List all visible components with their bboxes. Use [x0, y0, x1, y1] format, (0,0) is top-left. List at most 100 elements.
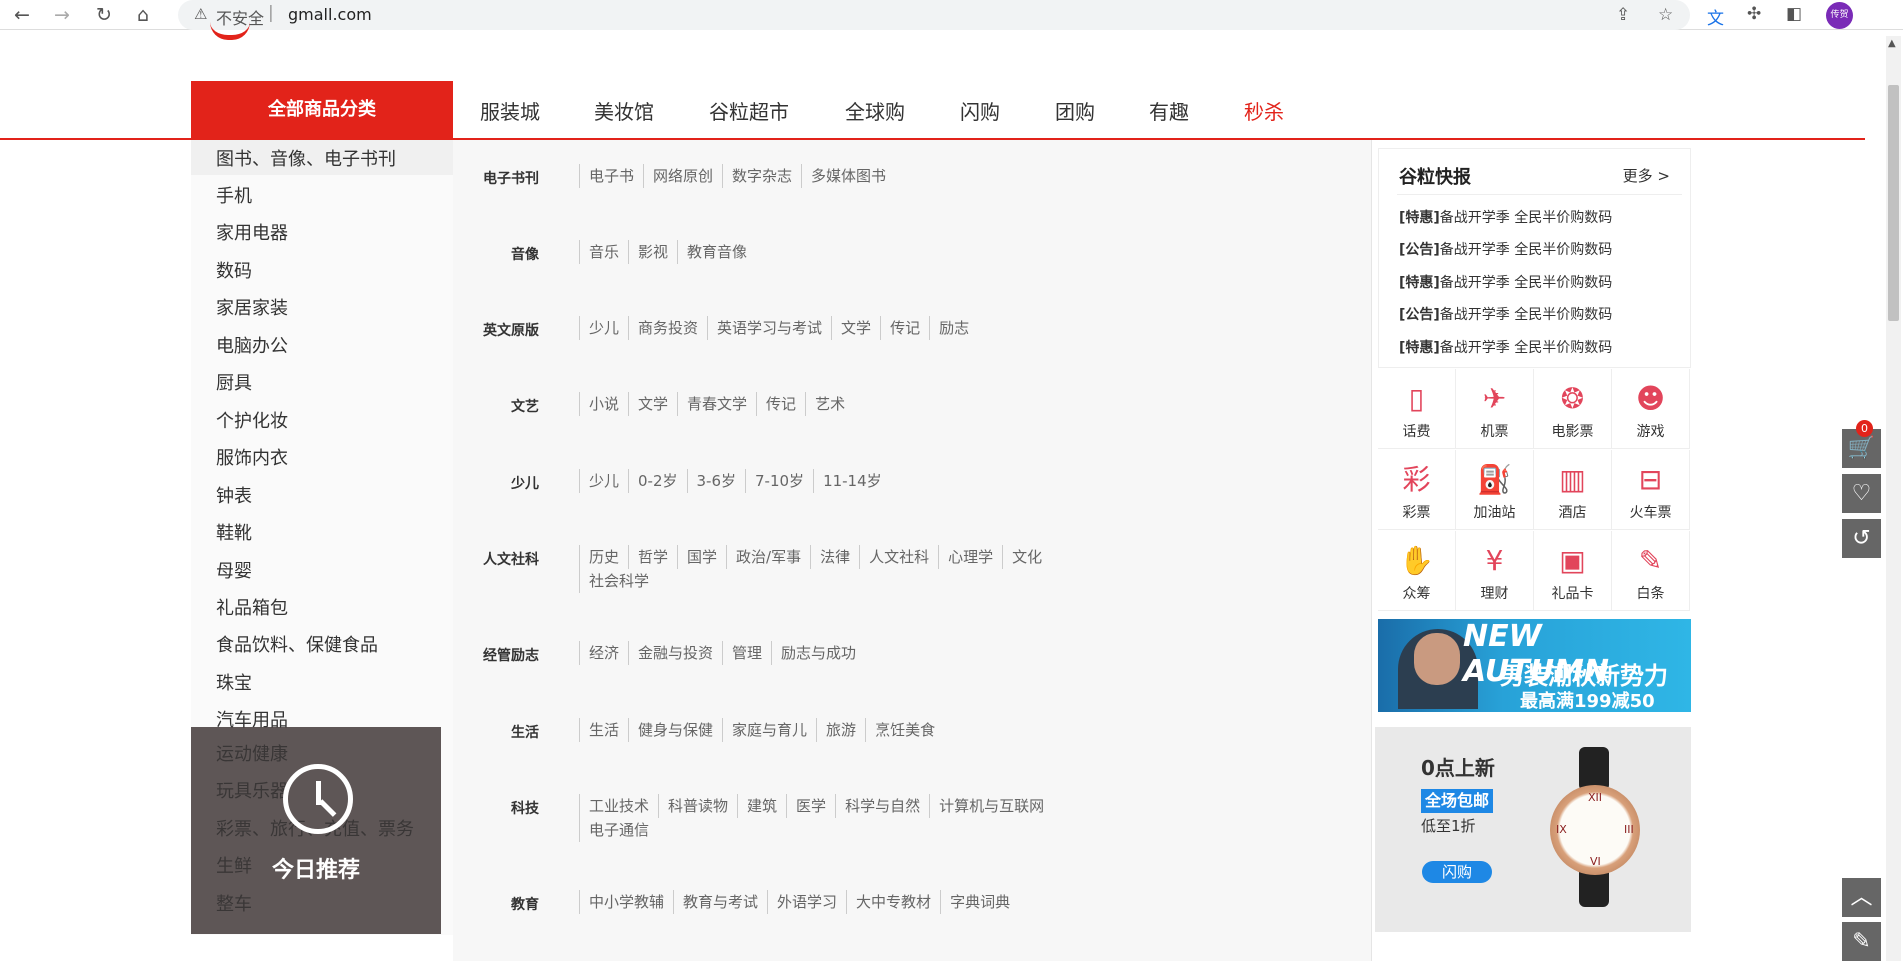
flash-sale-card[interactable]: 0点上新 全场包邮 低至1折 闪购 XII III VI IX	[1375, 727, 1691, 932]
news-item[interactable]: [特惠]备战开学季 全民半价购数码	[1399, 207, 1612, 227]
category-item[interactable]: 手机	[216, 182, 252, 208]
subcategory-link[interactable]: 文化	[1002, 545, 1051, 569]
subcategory-link[interactable]: 社会科学	[579, 569, 658, 593]
nav-item[interactable]: 谷粒超市	[709, 96, 789, 125]
news-more-link[interactable]: 更多 >	[1623, 165, 1670, 186]
subcategory-title[interactable]: 少儿	[453, 473, 539, 493]
category-item[interactable]: 整车	[216, 890, 252, 916]
nav-item-seckill[interactable]: 秒杀	[1244, 96, 1284, 125]
subcategory-title[interactable]: 文艺	[453, 396, 539, 416]
subcategory-link[interactable]: 人文社科	[859, 545, 938, 569]
autumn-banner[interactable]: NEW AUTUMN 男装潮秋新势力 最高满199减50	[1378, 619, 1691, 712]
subcategory-link[interactable]: 经济	[579, 641, 628, 665]
subcategory-link[interactable]: 文学	[831, 316, 880, 340]
subcategory-link[interactable]: 0-2岁	[628, 469, 687, 493]
category-item[interactable]: 母婴	[216, 557, 252, 583]
subcategory-link[interactable]: 计算机与互联网	[929, 794, 1053, 818]
warning-icon[interactable]: ⚠	[194, 5, 207, 23]
share-icon[interactable]: ⇪	[1616, 5, 1630, 25]
category-item[interactable]: 电脑办公	[216, 332, 288, 358]
subcategory-link[interactable]: 家庭与育儿	[722, 718, 816, 742]
service-item[interactable]: ✈ 机票	[1456, 369, 1534, 449]
service-item[interactable]: ▯ 话费	[1378, 369, 1456, 449]
scrollbar-thumb[interactable]	[1888, 85, 1899, 321]
service-item[interactable]: ☻ 游戏	[1612, 369, 1690, 449]
subcategory-link[interactable]: 科学与自然	[835, 794, 929, 818]
subcategory-link[interactable]: 数字杂志	[722, 164, 801, 188]
nav-item[interactable]: 美妆馆	[594, 96, 654, 125]
category-item[interactable]: 鞋靴	[216, 519, 252, 545]
nav-item[interactable]: 全球购	[845, 96, 905, 125]
service-item[interactable]: 彩彩票	[1378, 450, 1456, 530]
subcategory-link[interactable]: 小说	[579, 392, 628, 416]
subcategory-link[interactable]: 励志与成功	[771, 641, 865, 665]
category-item[interactable]: 运动健康	[216, 740, 288, 766]
category-item[interactable]: 家用电器	[216, 219, 288, 245]
back-icon[interactable]: ←	[10, 3, 34, 27]
subcategory-link[interactable]: 心理学	[938, 545, 1002, 569]
category-item[interactable]: 家居家装	[216, 294, 288, 320]
reload-icon[interactable]: ↻	[92, 3, 116, 27]
subcategory-link[interactable]: 医学	[786, 794, 835, 818]
subcategory-link[interactable]: 历史	[579, 545, 628, 569]
subcategory-link[interactable]: 外语学习	[767, 890, 846, 914]
subcategory-title[interactable]: 英文原版	[453, 320, 539, 340]
category-item[interactable]: 个护化妆	[216, 407, 288, 433]
subcategory-link[interactable]: 网络原创	[643, 164, 722, 188]
subcategory-link[interactable]: 教育音像	[677, 240, 756, 264]
subcategory-link[interactable]: 哲学	[628, 545, 677, 569]
subcategory-link[interactable]: 青春文学	[677, 392, 756, 416]
subcategory-link[interactable]: 7-10岁	[745, 469, 813, 493]
service-item[interactable]: ⊟ 火车票	[1612, 450, 1690, 530]
news-item[interactable]: [公告]备战开学季 全民半价购数码	[1399, 239, 1612, 259]
scroll-up-arrow[interactable]: ▲	[1888, 38, 1896, 49]
forward-icon[interactable]: →	[50, 3, 74, 27]
subcategory-link[interactable]: 11-14岁	[813, 469, 891, 493]
subcategory-link[interactable]: 政治/军事	[726, 545, 810, 569]
subcategory-link[interactable]: 文学	[628, 392, 677, 416]
service-item[interactable]: ▣ 礼品卡	[1534, 531, 1612, 611]
category-item[interactable]: 厨具	[216, 369, 252, 395]
subcategory-title[interactable]: 电子书刊	[453, 168, 539, 188]
today-recommend-card[interactable]: 运动健康 玩具乐器 彩票、旅行、充值、票务 生鲜 整车 今日推荐	[191, 727, 441, 934]
extensions-icon[interactable]: ✣	[1747, 4, 1761, 24]
subcategory-link[interactable]: 工业技术	[579, 794, 658, 818]
bookmark-star-icon[interactable]: ☆	[1658, 5, 1673, 25]
url-text[interactable]: gmall.com	[288, 5, 372, 24]
nav-item[interactable]: 闪购	[960, 96, 1000, 125]
side-panel-icon[interactable]: ◧	[1786, 4, 1802, 24]
subcategory-link[interactable]: 健身与保健	[628, 718, 722, 742]
subcategory-link[interactable]: 金融与投资	[628, 641, 722, 665]
subcategory-link[interactable]: 商务投资	[628, 316, 707, 340]
subcategory-link[interactable]: 少儿	[579, 316, 628, 340]
category-item[interactable]: 图书、音像、电子书刊	[216, 145, 396, 171]
feedback-icon[interactable]: ✎	[1842, 922, 1881, 961]
site-logo[interactable]	[210, 22, 250, 40]
service-item[interactable]: ▥ 酒店	[1534, 450, 1612, 530]
subcategory-title[interactable]: 经管励志	[453, 645, 539, 665]
news-item[interactable]: [特惠]备战开学季 全民半价购数码	[1399, 272, 1612, 292]
subcategory-link[interactable]: 音乐	[579, 240, 628, 264]
subcategory-link[interactable]: 烹饪美食	[865, 718, 944, 742]
subcategory-link[interactable]: 国学	[677, 545, 726, 569]
favorite-icon[interactable]: ♡	[1842, 474, 1881, 513]
back-to-top-icon[interactable]: ︿	[1842, 878, 1881, 917]
service-item[interactable]: ❂ 电影票	[1534, 369, 1612, 449]
subcategory-title[interactable]: 教育	[453, 894, 539, 914]
subcategory-link[interactable]: 英语学习与考试	[707, 316, 831, 340]
subcategory-link[interactable]: 传记	[880, 316, 929, 340]
subcategory-link[interactable]: 3-6岁	[686, 469, 746, 493]
subcategory-link[interactable]: 字典词典	[940, 890, 1019, 914]
subcategory-link[interactable]: 旅游	[816, 718, 865, 742]
subcategory-link[interactable]: 中小学教辅	[579, 890, 673, 914]
category-item[interactable]: 数码	[216, 257, 252, 283]
nav-item[interactable]: 服装城	[480, 96, 540, 125]
address-bar[interactable]: ⚠ 不安全 | gmall.com ⇪ ☆	[178, 0, 1690, 30]
translate-icon[interactable]: 文	[1707, 4, 1724, 29]
subcategory-link[interactable]: 多媒体图书	[801, 164, 895, 188]
news-item[interactable]: [公告]备战开学季 全民半价购数码	[1399, 304, 1612, 324]
category-item[interactable]: 玩具乐器	[216, 777, 288, 803]
subcategory-link[interactable]: 艺术	[805, 392, 854, 416]
subcategory-link[interactable]: 建筑	[737, 794, 786, 818]
category-item[interactable]: 钟表	[216, 482, 252, 508]
